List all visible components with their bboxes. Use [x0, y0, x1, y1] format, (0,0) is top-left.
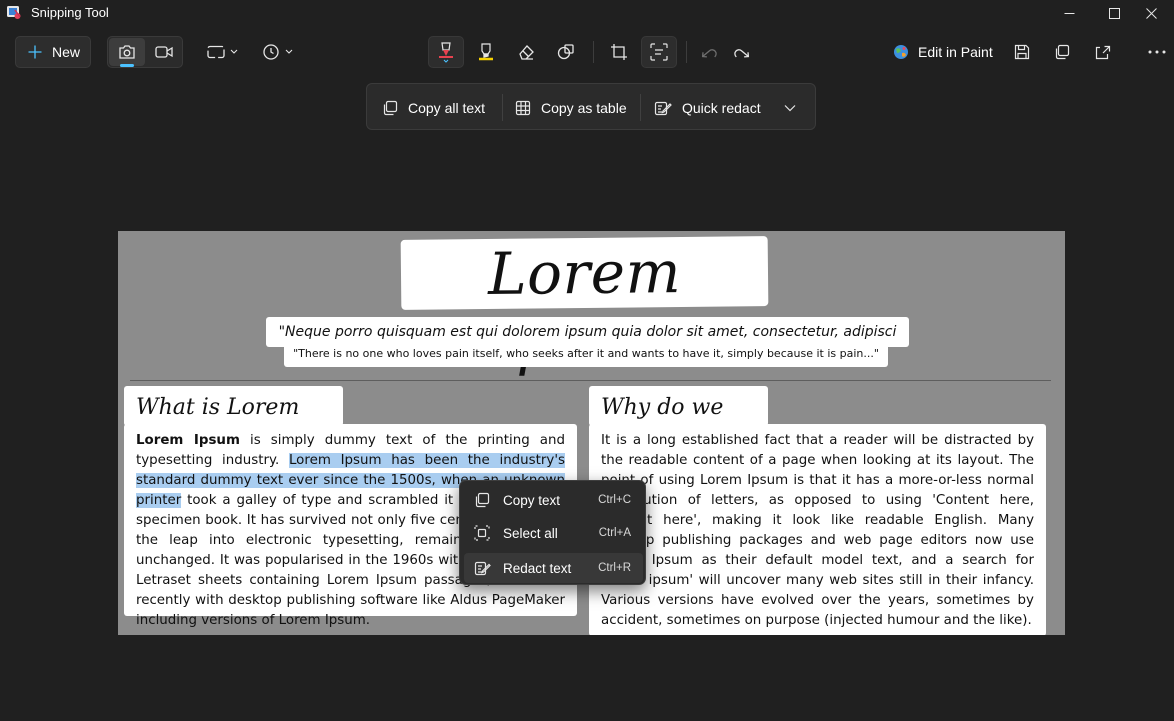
copy-all-text-button[interactable]: Copy all text: [382, 84, 485, 131]
undo-button[interactable]: [694, 36, 722, 68]
context-menu-select-all[interactable]: Select all Ctrl+A: [464, 518, 643, 548]
redact-icon: [654, 101, 672, 115]
crop-button[interactable]: [603, 36, 635, 68]
maximize-icon: [1108, 7, 1120, 19]
copy-as-table-button[interactable]: Copy as table: [515, 84, 627, 131]
quick-redact-label: Quick redact: [682, 99, 761, 116]
edit-in-paint-button[interactable]: Edit in Paint: [893, 36, 993, 68]
snip-quote-translation: "There is no one who loves pain itself, …: [284, 343, 888, 367]
context-menu-item-label: Redact text: [503, 560, 572, 576]
new-snip-button[interactable]: New: [15, 36, 91, 68]
copy-icon: [383, 100, 398, 115]
context-menu-item-label: Select all: [503, 525, 558, 541]
copy-icon: [474, 492, 490, 511]
action-divider: [502, 94, 503, 121]
window-title: Snipping Tool: [31, 5, 109, 20]
title-bar: Snipping Tool: [0, 0, 1174, 26]
save-button[interactable]: [1006, 36, 1038, 68]
eraser-button[interactable]: [510, 36, 542, 68]
snip-mode-video-button[interactable]: [146, 38, 182, 66]
redo-button[interactable]: [729, 36, 757, 68]
paint-app-icon: [894, 45, 908, 59]
context-menu-shortcut: Ctrl+C: [598, 494, 631, 506]
minimize-icon: [1064, 12, 1074, 14]
right-paragraph[interactable]: It is a long established fact that a rea…: [589, 424, 1046, 635]
snip-mode-group: [107, 36, 183, 68]
text-actions-icon: [650, 43, 668, 61]
left-paragraph-bold: Lorem Ipsum: [136, 433, 240, 448]
share-icon: [1095, 45, 1110, 60]
highlighter-icon: [479, 43, 493, 61]
rectangle-snip-icon: [207, 45, 238, 59]
context-menu-item-label: Copy text: [503, 492, 561, 508]
action-divider: [640, 94, 641, 121]
ballpoint-pen-button[interactable]: [428, 36, 464, 68]
context-menu-copy-text[interactable]: Copy text Ctrl+C: [464, 485, 643, 515]
right-heading: Why do we use it?: [589, 386, 768, 464]
plus-icon: [28, 45, 42, 59]
toolbar-divider: [686, 41, 687, 63]
snip-delay-dropdown[interactable]: [258, 36, 298, 68]
chevron-down-icon: [784, 104, 796, 111]
close-icon: [1145, 7, 1157, 19]
edit-in-paint-label: Edit in Paint: [918, 44, 993, 60]
redo-icon: [734, 49, 750, 58]
context-menu-shortcut: Ctrl+R: [598, 562, 631, 574]
crop-icon: [611, 44, 627, 60]
share-button[interactable]: [1086, 36, 1118, 68]
eraser-icon: [519, 45, 534, 60]
ballpoint-pen-icon: [439, 42, 453, 63]
context-menu-redact-text[interactable]: Redact text Ctrl+R: [464, 553, 643, 583]
snip-shape-dropdown[interactable]: [200, 36, 242, 68]
copy-all-text-label: Copy all text: [408, 99, 486, 116]
minimize-button[interactable]: [1046, 0, 1092, 26]
highlighter-button[interactable]: [470, 36, 502, 68]
text-context-menu: Copy text Ctrl+C Select all Ctrl+A Redac…: [459, 480, 646, 585]
undo-icon: [701, 49, 717, 58]
copy-icon: [1055, 44, 1070, 60]
table-icon: [515, 100, 531, 115]
more-icon: [1148, 50, 1166, 54]
snip-mode-screenshot-button[interactable]: [109, 38, 145, 67]
snip-title-card: Lorem Ipsum: [400, 236, 769, 378]
text-actions-button[interactable]: [641, 36, 677, 68]
left-heading: What is Lorem Ipsum?: [124, 386, 343, 464]
copy-button[interactable]: [1046, 36, 1078, 68]
save-icon: [1014, 44, 1030, 60]
select-all-icon: [474, 525, 490, 544]
quick-redact-dropdown-button[interactable]: [783, 84, 797, 131]
shapes-button[interactable]: [550, 36, 582, 68]
video-icon: [155, 46, 173, 58]
new-button-label: New: [52, 44, 81, 60]
copy-as-table-label: Copy as table: [541, 99, 627, 116]
text-actions-bar: Copy all text Copy as table Quick redact: [366, 83, 816, 130]
snipping-tool-app-icon: [6, 4, 22, 20]
context-menu-shortcut: Ctrl+A: [598, 527, 631, 539]
clock-icon: [263, 44, 293, 60]
toolbar: New Edit in Paint: [0, 26, 1174, 76]
more-options-button[interactable]: [1141, 36, 1173, 68]
shapes-icon: [557, 44, 574, 60]
toolbar-divider: [593, 41, 594, 63]
quick-redact-button[interactable]: Quick redact: [654, 84, 761, 131]
redact-icon: [474, 560, 491, 579]
close-button[interactable]: [1128, 0, 1174, 26]
snip-divider: [130, 380, 1051, 381]
camera-icon: [119, 45, 135, 59]
active-mode-indicator: [120, 64, 134, 67]
